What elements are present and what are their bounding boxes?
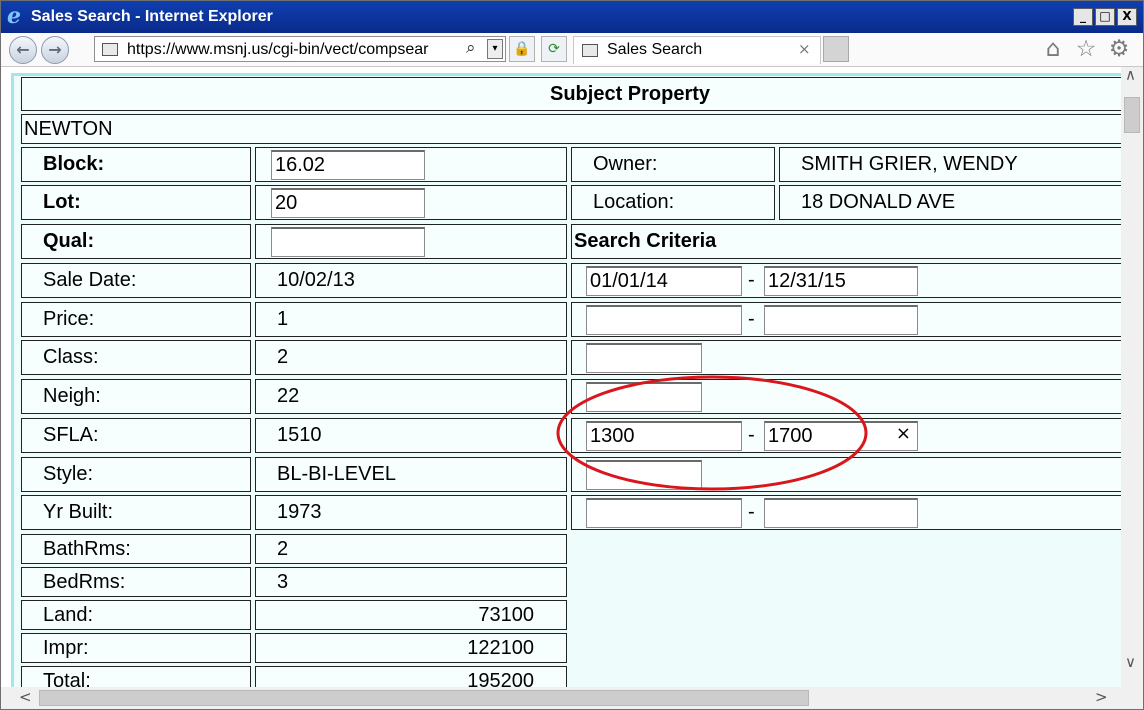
value-cell: 1510 [255,418,567,453]
maximize-button[interactable]: □ [1095,8,1115,26]
value-cell: 16.02 [255,147,567,182]
label-cell: Sale Date: [21,263,251,298]
range-dash: - [748,501,755,523]
sale-date-from-input[interactable]: 01/01/14 [586,266,742,296]
address-dropdown-button[interactable]: ▾ [487,39,503,59]
scroll-up-arrow-icon[interactable]: ∨ [1125,67,1136,85]
value-cell: 1973 [255,495,567,530]
tools-gear-icon[interactable]: ⚙ [1106,35,1132,63]
favorites-icon[interactable]: ☆ [1073,35,1099,63]
criteria-row-price: - [571,302,1141,337]
criteria-row-class [571,340,1141,375]
label-cell: Class: [21,340,251,375]
address-bar[interactable]: https://www.msnj.us/cgi-bin/vect/compsea… [94,36,506,62]
label-cell: Yr Built: [21,495,251,530]
location-value-cell: 18 DONALD AVE [779,185,1141,220]
tab-label: Sales Search [607,41,703,58]
criteria-row-yr-built: - [571,495,1141,530]
label-cell: SFLA: [21,418,251,453]
lock-icon[interactable]: 🔒 [509,36,535,62]
subject-property-header: Subject Property [21,77,1141,111]
value-cell: 2 [255,340,567,375]
label-cell: Qual: [21,224,251,259]
owner-value-cell: SMITH GRIER, WENDY [779,147,1141,182]
criteria-row-neigh [571,379,1141,414]
refresh-button[interactable]: ⟳ [541,36,567,62]
horizontal-scroll-thumb[interactable] [39,690,809,706]
yr-built-to-input[interactable] [764,498,918,528]
label-cell: Impr: [21,633,251,663]
label-cell: Block: [21,147,251,182]
label-cell: Style: [21,457,251,492]
value-cell: 2 [255,534,567,564]
criteria-row-style [571,457,1141,492]
scrollbar-corner [1121,687,1143,709]
scroll-left-arrow-icon[interactable]: < [19,688,32,706]
sfla-to-value: 1700 [768,425,813,447]
minimize-button[interactable]: _ [1073,8,1093,26]
horizontal-scrollbar[interactable]: < > [1,687,1121,709]
search-icon[interactable]: ⌕ [466,38,476,58]
vertical-scrollbar[interactable]: ∨ ∨ [1121,67,1143,687]
neigh-input[interactable] [586,382,702,412]
label-cell: BathRms: [21,534,251,564]
style-input[interactable] [586,460,702,490]
clear-field-icon[interactable]: × [896,423,911,444]
value-cell: 73100 [255,600,567,630]
tab-close-icon[interactable]: × [798,40,811,58]
page-viewport: Subject Property NEWTON Block: Lot: Qual… [1,67,1143,687]
navigation-bar: ← → https://www.msnj.us/cgi-bin/vect/com… [1,33,1143,67]
value-cell: 3 [255,567,567,597]
value-cell [255,224,567,259]
value-cell: 22 [255,379,567,414]
yr-built-from-input[interactable] [586,498,742,528]
range-dash: - [748,308,755,330]
new-tab-button[interactable] [823,36,849,62]
sfla-from-input[interactable]: 1300 [586,421,742,451]
page-icon [582,44,598,57]
label-cell: Price: [21,302,251,337]
browser-window: e Sales Search - Internet Explorer _ □ X… [0,0,1144,710]
window-title: Sales Search - Internet Explorer [31,8,273,25]
qual-input[interactable] [271,227,425,257]
vertical-scroll-thumb[interactable] [1124,97,1140,133]
back-button[interactable]: ← [9,36,37,64]
criteria-row-sale-date: 01/01/14 - 12/31/15 [571,263,1141,298]
label-cell: Neigh: [21,379,251,414]
page-icon [102,43,118,56]
sale-date-to-input[interactable]: 12/31/15 [764,266,918,296]
price-from-input[interactable] [586,305,742,335]
municipality-row: NEWTON [21,114,1141,144]
scroll-right-arrow-icon[interactable]: > [1095,688,1108,706]
sfla-to-input[interactable]: 1700 × [764,421,918,451]
forward-button[interactable]: → [41,36,69,64]
scroll-down-arrow-icon[interactable]: ∨ [1125,653,1136,671]
value-cell: BL-BI-LEVEL [255,457,567,492]
lot-input[interactable]: 20 [271,188,425,218]
range-dash: - [748,424,755,446]
value-cell: 20 [255,185,567,220]
price-to-input[interactable] [764,305,918,335]
label-cell: BedRms: [21,567,251,597]
location-label-cell: Location: [571,185,775,220]
value-cell: 10/02/13 [255,263,567,298]
criteria-row-sfla: 1300 - 1700 × [571,418,1141,453]
label-cell: Total: [21,666,251,687]
range-dash: - [748,269,755,291]
owner-label-cell: Owner: [571,147,775,182]
close-button[interactable]: X [1117,8,1137,26]
block-input[interactable]: 16.02 [271,150,425,180]
value-cell: 195200 [255,666,567,687]
url-text[interactable]: https://www.msnj.us/cgi-bin/vect/compsea… [127,41,428,59]
label-cell: Lot: [21,185,251,220]
home-icon[interactable]: ⌂ [1040,35,1066,63]
value-cell: 1 [255,302,567,337]
title-bar: e Sales Search - Internet Explorer _ □ X [1,1,1143,33]
value-cell: 122100 [255,633,567,663]
class-input[interactable] [586,343,702,373]
tab-sales-search[interactable]: Sales Search × [573,36,821,64]
label-cell: Land: [21,600,251,630]
search-criteria-header: Search Criteria [571,224,1141,259]
internet-explorer-logo-icon: e [7,3,21,29]
